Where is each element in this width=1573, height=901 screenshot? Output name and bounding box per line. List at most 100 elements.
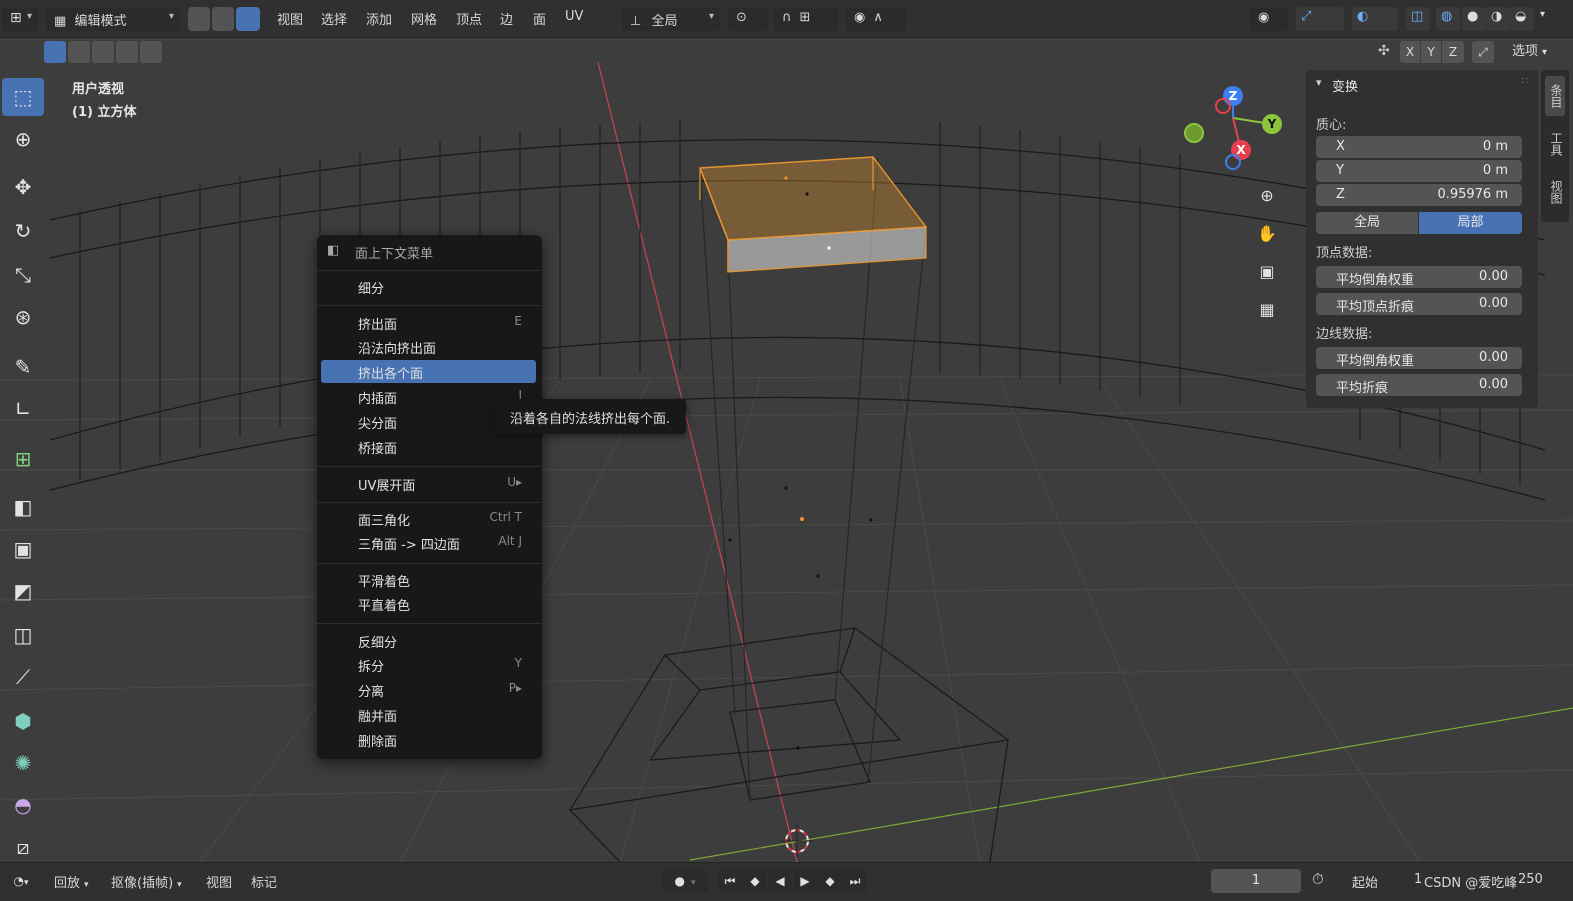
tab-item[interactable]: 条目 xyxy=(1545,76,1565,116)
menu-face[interactable]: 面 xyxy=(533,9,546,28)
global-space-button[interactable]: 全局 xyxy=(1316,212,1418,234)
spin-tool-icon[interactable]: ✺ xyxy=(2,744,44,782)
menu-uv[interactable]: UV xyxy=(565,9,583,24)
material-shading-button[interactable]: ◑ xyxy=(1486,7,1510,31)
editor-type-dropdown[interactable]: ◔▾ xyxy=(4,869,38,893)
topology-mirror-icon[interactable]: ⤢ xyxy=(1472,41,1494,63)
play-reverse-icon[interactable]: ◀ xyxy=(768,869,792,893)
timeline-view-menu[interactable]: 视图 xyxy=(206,872,232,891)
menu-item-split[interactable]: 拆分 Y xyxy=(321,653,536,676)
tab-view[interactable]: 视图 xyxy=(1545,172,1565,212)
perspective-grid-icon[interactable]: ▦ xyxy=(1253,296,1281,324)
cursor-tool-icon[interactable]: ⊕ xyxy=(2,120,44,158)
auto-keying-toggle[interactable]: ● ▾ xyxy=(662,869,708,893)
mirror-x-toggle[interactable]: X xyxy=(1400,41,1420,63)
menu-item-shade-flat[interactable]: 平直着色 xyxy=(321,592,536,615)
edge-select-button[interactable] xyxy=(212,7,234,31)
play-icon[interactable]: ▶ xyxy=(793,869,817,893)
median-z-field[interactable]: Z 0.95976 m xyxy=(1316,184,1522,206)
snap-dropdown[interactable]: ∩ ⊞ xyxy=(774,7,838,31)
vertex-crease-field[interactable]: 平均顶点折痕 0.00 xyxy=(1316,293,1522,315)
menu-view[interactable]: 视图 xyxy=(277,9,303,28)
transform-tool-icon[interactable]: ⊛ xyxy=(2,298,44,336)
proportional-edit-dropdown[interactable]: ◉ ∧ xyxy=(846,7,906,31)
menu-item-extrude-along-normals[interactable]: 沿法向挤出面 xyxy=(321,335,536,358)
select-new-button[interactable] xyxy=(44,41,66,63)
zoom-icon[interactable]: ⊕ xyxy=(1253,182,1281,210)
edge-bevel-weight-field[interactable]: 平均倒角权重 0.00 xyxy=(1316,347,1522,369)
menu-item-uv-unwrap[interactable]: UV展开面 U▸ xyxy=(321,472,536,495)
jump-end-icon[interactable]: ⏭ xyxy=(843,869,867,893)
annotate-tool-icon[interactable]: ✎ xyxy=(2,348,44,386)
menu-item-tris-to-quads[interactable]: 三角面 -> 四边面 Alt J xyxy=(321,531,536,554)
tab-tool[interactable]: 工具 xyxy=(1545,124,1565,164)
wireframe-shading-button[interactable]: ◍ xyxy=(1436,7,1460,31)
drag-handle-icon[interactable]: ∷ xyxy=(1522,76,1528,87)
face-select-button[interactable] xyxy=(236,7,260,31)
current-frame-field[interactable]: 1 xyxy=(1211,869,1301,893)
menu-edge[interactable]: 边 xyxy=(500,9,513,28)
select-invert-button[interactable] xyxy=(116,41,138,63)
edge-slide-tool-icon[interactable]: ⧄ xyxy=(2,828,44,866)
chevron-down-icon[interactable]: ▾ xyxy=(1540,9,1545,20)
menu-mesh[interactable]: 网格 xyxy=(411,9,437,28)
gizmo-neg-y[interactable] xyxy=(1184,123,1204,143)
local-space-button[interactable]: 局部 xyxy=(1419,212,1522,234)
pivot-dropdown[interactable]: ⊙ xyxy=(728,7,768,31)
next-keyframe-icon[interactable]: ◆ xyxy=(818,869,842,893)
menu-select[interactable]: 选择 xyxy=(321,9,347,28)
knife-tool-icon[interactable]: ⟋ xyxy=(2,658,44,696)
solid-shading-button[interactable]: ● xyxy=(1462,7,1486,31)
median-x-field[interactable]: X 0 m xyxy=(1316,136,1522,158)
editor-type-dropdown[interactable]: ⊞ ▾ xyxy=(2,7,38,31)
menu-item-un-subdivide[interactable]: 反细分 xyxy=(321,629,536,652)
keying-menu[interactable]: 抠像(插帧) ▾ xyxy=(111,872,182,891)
bevel-tool-icon[interactable]: ◩ xyxy=(2,572,44,610)
poly-build-tool-icon[interactable]: ⬢ xyxy=(2,702,44,740)
gizmo-neg-x[interactable] xyxy=(1215,98,1231,114)
vertex-select-button[interactable] xyxy=(188,7,210,31)
visibility-dropdown[interactable]: ◉ xyxy=(1250,7,1288,31)
camera-icon[interactable]: ▣ xyxy=(1253,258,1281,286)
vertex-bevel-weight-field[interactable]: 平均倒角权重 0.00 xyxy=(1316,266,1522,288)
menu-item-separate[interactable]: 分离 P▸ xyxy=(321,678,536,701)
menu-item-extrude-faces[interactable]: 挤出面 E xyxy=(321,311,536,334)
rotate-tool-icon[interactable]: ↻ xyxy=(2,212,44,250)
mirror-z-toggle[interactable]: Z xyxy=(1442,41,1464,63)
chevron-down-icon[interactable]: ▾ xyxy=(1316,76,1322,89)
start-frame-value[interactable]: 1 xyxy=(1414,872,1422,887)
menu-item-bridge-faces[interactable]: 桥接面 xyxy=(321,435,536,458)
scale-tool-icon[interactable]: ⤡ xyxy=(2,256,44,294)
pan-hand-icon[interactable]: ✋ xyxy=(1253,220,1281,248)
end-frame-value[interactable]: 250 xyxy=(1518,872,1543,887)
xray-toggle[interactable]: ◫ xyxy=(1406,7,1430,31)
gizmo-neg-z[interactable] xyxy=(1225,154,1241,170)
extrude-tool-icon[interactable]: ◧ xyxy=(2,488,44,526)
orientation-dropdown[interactable]: ⊥ 全局 ▾ xyxy=(622,7,720,31)
rendered-shading-button[interactable]: ◒ xyxy=(1510,7,1534,31)
measure-tool-icon[interactable]: ∟ xyxy=(2,390,44,428)
mirror-y-toggle[interactable]: Y xyxy=(1421,41,1441,63)
gizmo-y-axis[interactable]: Y xyxy=(1262,114,1282,134)
menu-item-delete-faces[interactable]: 删除面 xyxy=(321,728,536,751)
move-tool-icon[interactable]: ✥ xyxy=(2,168,44,206)
menu-vertex[interactable]: 顶点 xyxy=(456,9,482,28)
mode-dropdown[interactable]: ▦ 编辑模式 ▾ xyxy=(46,7,180,31)
loop-cut-tool-icon[interactable]: ◫ xyxy=(2,616,44,654)
menu-add[interactable]: 添加 xyxy=(366,9,392,28)
smooth-tool-icon[interactable]: ◓ xyxy=(2,786,44,824)
select-extend-button[interactable] xyxy=(68,41,90,63)
gizmo-toggle[interactable]: ⤢ xyxy=(1296,7,1344,31)
playback-menu[interactable]: 回放 ▾ xyxy=(54,872,89,891)
inset-tool-icon[interactable]: ▣ xyxy=(2,530,44,568)
menu-item-shade-smooth[interactable]: 平滑着色 xyxy=(321,568,536,591)
median-y-field[interactable]: Y 0 m xyxy=(1316,160,1522,182)
overlay-toggle[interactable]: ◐ xyxy=(1352,7,1398,31)
stopwatch-icon[interactable]: ⏱ xyxy=(1312,870,1324,888)
menu-item-subdivide[interactable]: 细分 xyxy=(321,275,536,298)
select-subtract-button[interactable] xyxy=(92,41,114,63)
menu-item-dissolve-faces[interactable]: 融并面 xyxy=(321,703,536,726)
transform-section-title[interactable]: 变换 xyxy=(1332,76,1358,95)
options-dropdown[interactable]: 选项 ▾ xyxy=(1504,41,1560,63)
select-box-tool-icon[interactable]: ⬚ xyxy=(2,78,44,116)
